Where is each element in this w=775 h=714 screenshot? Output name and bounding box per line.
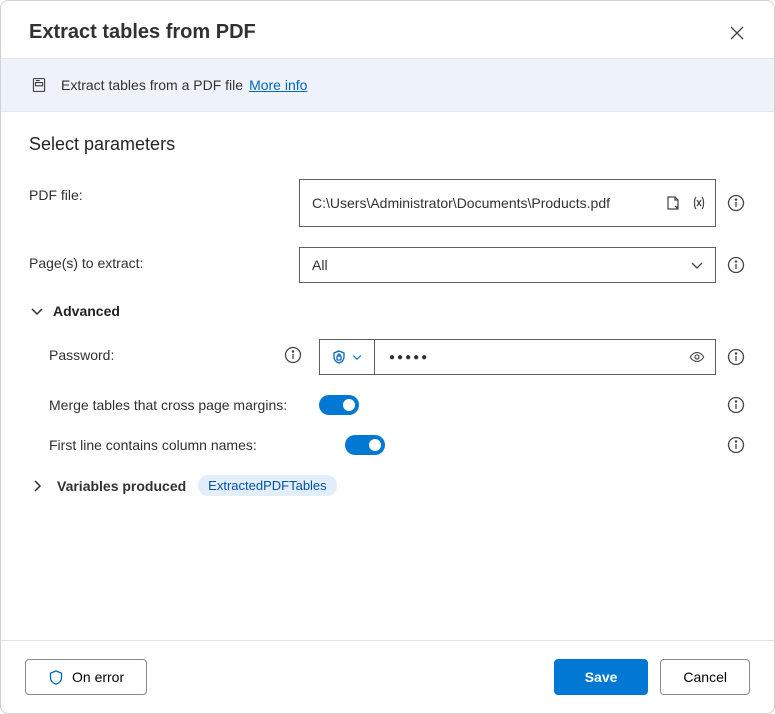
dialog-footer: On error Save Cancel (1, 640, 774, 713)
variables-label: Variables produced (57, 478, 186, 494)
info-icon[interactable] (726, 193, 746, 213)
dialog: Extract tables from PDF Extract tables f… (0, 0, 775, 714)
dialog-header: Extract tables from PDF (1, 1, 774, 58)
more-info-link[interactable]: More info (249, 77, 307, 93)
password-mode-button[interactable] (319, 339, 375, 375)
advanced-label: Advanced (53, 303, 120, 319)
on-error-label: On error (72, 669, 124, 685)
save-button[interactable]: Save (554, 659, 649, 695)
pages-select[interactable]: All (299, 247, 716, 283)
pdf-icon (29, 75, 49, 95)
variables-expander[interactable]: Variables produced ExtractedPDFTables (29, 475, 746, 496)
info-text: Extract tables from a PDF file (61, 77, 243, 93)
firstline-row: First line contains column names: (29, 435, 746, 455)
password-row: Password: ●●●●● (29, 339, 746, 375)
chevron-down-icon (689, 257, 705, 273)
pages-label: Page(s) to extract: (29, 247, 289, 271)
pages-row: Page(s) to extract: All (29, 247, 746, 283)
chevron-down-icon (29, 303, 45, 319)
pdf-file-row: PDF file: C:\Users\Administrator\Documen… (29, 179, 746, 227)
dialog-title: Extract tables from PDF (29, 21, 256, 44)
pdf-file-label: PDF file: (29, 179, 289, 203)
cancel-button[interactable]: Cancel (660, 659, 750, 695)
info-icon[interactable] (726, 435, 746, 455)
advanced-expander[interactable]: Advanced (29, 303, 746, 319)
select-file-icon[interactable] (665, 195, 681, 211)
merge-label: Merge tables that cross page margins: (29, 397, 309, 413)
eye-icon[interactable] (689, 349, 705, 365)
password-value: ●●●●● (389, 352, 689, 363)
pdf-file-value: C:\Users\Administrator\Documents\Product… (312, 194, 665, 213)
close-icon[interactable] (728, 24, 746, 42)
password-label: Password: (49, 347, 114, 363)
firstline-label: First line contains column names: (29, 437, 309, 453)
on-error-button[interactable]: On error (25, 659, 147, 695)
info-icon[interactable] (726, 347, 746, 367)
merge-toggle[interactable] (319, 395, 359, 415)
section-title: Select parameters (29, 134, 746, 155)
dialog-body: Select parameters PDF file: C:\Users\Adm… (1, 112, 774, 640)
pdf-file-input[interactable]: C:\Users\Administrator\Documents\Product… (299, 179, 716, 227)
info-bar: Extract tables from a PDF file More info (1, 58, 774, 112)
password-input[interactable]: ●●●●● (375, 339, 716, 375)
merge-row: Merge tables that cross page margins: (29, 395, 746, 415)
info-icon[interactable] (726, 255, 746, 275)
info-icon[interactable] (726, 395, 746, 415)
firstline-toggle[interactable] (345, 435, 385, 455)
info-icon[interactable] (283, 345, 303, 365)
pages-value: All (312, 257, 328, 273)
variable-icon[interactable] (691, 195, 707, 211)
variable-chip[interactable]: ExtractedPDFTables (198, 475, 337, 496)
chevron-right-icon (29, 478, 45, 494)
